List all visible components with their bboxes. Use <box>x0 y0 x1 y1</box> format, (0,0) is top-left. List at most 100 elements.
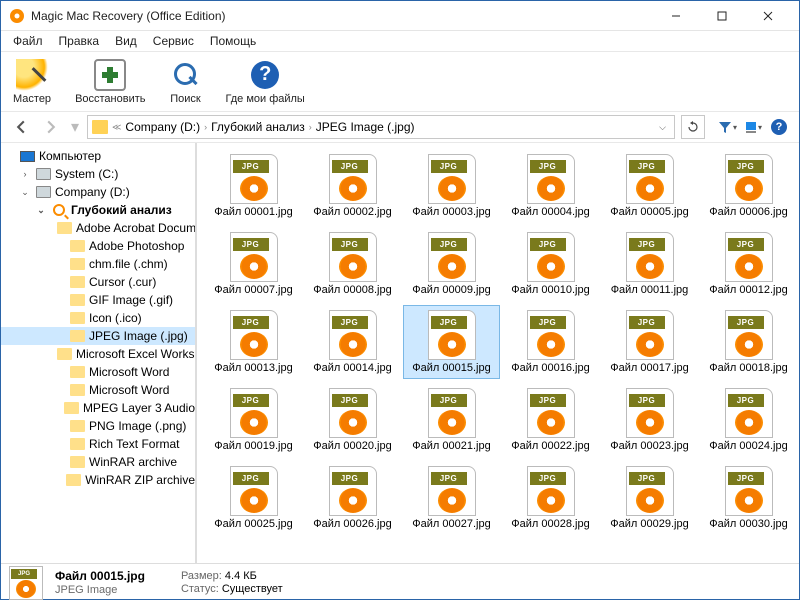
wand-icon <box>16 59 48 91</box>
tree-label: WinRAR ZIP archive <box>85 473 195 487</box>
file-item[interactable]: JPGФайл 00010.jpg <box>502 227 599 301</box>
file-item[interactable]: JPGФайл 00003.jpg <box>403 149 500 223</box>
jpg-badge: JPG <box>431 160 467 173</box>
file-item[interactable]: JPGФайл 00011.jpg <box>601 227 698 301</box>
address-bar: ▾ ≪ Company (D:) › Глубокий анализ › JPE… <box>1 111 799 143</box>
file-item[interactable]: JPGФайл 00016.jpg <box>502 305 599 379</box>
tree-folder-item[interactable]: Cursor (.cur) <box>1 273 195 291</box>
tree-folder-item[interactable]: Microsoft Word <box>1 381 195 399</box>
jpg-badge: JPG <box>332 160 368 173</box>
details-filename: Файл 00015.jpg <box>55 569 145 583</box>
tree-folder-item[interactable]: Microsoft Excel Worksheet <box>1 345 195 363</box>
file-item[interactable]: JPGФайл 00017.jpg <box>601 305 698 379</box>
file-item[interactable]: JPGФайл 00030.jpg <box>700 461 797 535</box>
file-item[interactable]: JPGФайл 00012.jpg <box>700 227 797 301</box>
file-thumbnail: JPG <box>428 388 476 438</box>
menu-view[interactable]: Вид <box>107 32 145 50</box>
jpg-badge: JPG <box>431 472 467 485</box>
tree-folder-item[interactable]: MPEG Layer 3 Audio <box>1 399 195 417</box>
tree-node-computer[interactable]: Компьютер <box>1 147 195 165</box>
close-button[interactable] <box>745 1 791 31</box>
filter-button[interactable]: ▾ <box>715 115 739 139</box>
file-thumbnail: JPG <box>725 154 773 204</box>
file-item[interactable]: JPGФайл 00005.jpg <box>601 149 698 223</box>
file-grid[interactable]: JPGФайл 00001.jpgJPGФайл 00002.jpgJPGФай… <box>197 143 799 563</box>
file-item[interactable]: JPG Файл 00028.jpg <box>502 461 599 535</box>
forward-button[interactable] <box>39 115 63 139</box>
file-item[interactable]: JPGФайл 00015.jpg <box>403 305 500 379</box>
tree-folder-item[interactable]: WinRAR archive <box>1 453 195 471</box>
jpg-badge: JPG <box>233 316 269 329</box>
menu-help[interactable]: Помощь <box>202 32 264 50</box>
maximize-button[interactable] <box>699 1 745 31</box>
file-item[interactable]: JPGФайл 00014.jpg <box>304 305 401 379</box>
where-files-button[interactable]: ? Где мои файлы <box>226 59 305 105</box>
file-thumbnail: JPG <box>527 466 575 516</box>
breadcrumb[interactable]: ≪ Company (D:) › Глубокий анализ › JPEG … <box>87 115 675 139</box>
window-controls <box>653 1 791 31</box>
folder-tree[interactable]: Компьютер ›System (C:) ⌄Company (D:) ⌄Гл… <box>1 143 197 563</box>
file-thumbnail: JPG <box>626 154 674 204</box>
file-item[interactable]: JPGФайл 00006.jpg <box>700 149 797 223</box>
tree-folder-item[interactable]: GIF Image (.gif) <box>1 291 195 309</box>
file-thumbnail: JPG <box>725 232 773 282</box>
folder-icon <box>66 474 81 486</box>
folder-icon <box>70 330 85 342</box>
file-item[interactable]: JPGФайл 00024.jpg <box>700 383 797 457</box>
file-item[interactable]: JPGФайл 00013.jpg <box>205 305 302 379</box>
file-item[interactable]: JPGФайл 00026.jpg <box>304 461 401 535</box>
minimize-button[interactable] <box>653 1 699 31</box>
path-dropdown[interactable]: ⌵ <box>655 122 670 133</box>
file-item[interactable]: JPGФайл 00007.jpg <box>205 227 302 301</box>
history-dropdown[interactable]: ▾ <box>69 115 81 139</box>
search-button[interactable]: Поиск <box>170 59 202 105</box>
refresh-button[interactable] <box>681 115 705 139</box>
menu-service[interactable]: Сервис <box>145 32 202 50</box>
file-item[interactable]: JPGФайл 00019.jpg <box>205 383 302 457</box>
wizard-button[interactable]: Мастер <box>13 59 51 105</box>
file-label: Файл 00022.jpg <box>511 440 589 452</box>
tree-folder-item[interactable]: chm.file (.chm) <box>1 255 195 273</box>
tree-folder-item[interactable]: PNG Image (.png) <box>1 417 195 435</box>
file-item[interactable]: JPGФайл 00027.jpg <box>403 461 500 535</box>
jpg-badge: JPG <box>728 472 764 485</box>
tree-folder-item[interactable]: Adobe Acrobat Document <box>1 219 195 237</box>
file-item[interactable]: JPGФайл 00022.jpg <box>502 383 599 457</box>
tree-node-company-d[interactable]: ⌄Company (D:) <box>1 183 195 201</box>
folder-icon <box>70 240 85 252</box>
path-seg-1[interactable]: Company (D:) <box>125 120 200 134</box>
file-item[interactable]: JPGФайл 00001.jpg <box>205 149 302 223</box>
menu-file[interactable]: Файл <box>5 32 51 50</box>
view-mode-button[interactable]: ▾ <box>741 115 765 139</box>
tree-label: GIF Image (.gif) <box>89 293 173 307</box>
file-item[interactable]: JPGФайл 00020.jpg <box>304 383 401 457</box>
file-item[interactable]: JPGФайл 00018.jpg <box>700 305 797 379</box>
file-label: Файл 00001.jpg <box>214 206 292 218</box>
recover-button[interactable]: Восстановить <box>75 59 145 105</box>
tree-folder-item[interactable]: Microsoft Word <box>1 363 195 381</box>
tree-node-deep-analysis[interactable]: ⌄Глубокий анализ <box>1 201 195 219</box>
file-item[interactable]: JPGФайл 00009.jpg <box>403 227 500 301</box>
wizard-label: Мастер <box>13 93 51 105</box>
path-seg-3[interactable]: JPEG Image (.jpg) <box>316 120 415 134</box>
file-thumbnail: JPG <box>428 154 476 204</box>
tree-folder-item[interactable]: JPEG Image (.jpg) <box>1 327 195 345</box>
file-item[interactable]: JPGФайл 00025.jpg <box>205 461 302 535</box>
tree-folder-item[interactable]: Icon (.ico) <box>1 309 195 327</box>
file-item[interactable]: JPGФайл 00002.jpg <box>304 149 401 223</box>
help-button[interactable]: ? <box>767 115 791 139</box>
back-button[interactable] <box>9 115 33 139</box>
file-item[interactable]: JPGФайл 00004.jpg <box>502 149 599 223</box>
path-seg-2[interactable]: Глубокий анализ <box>211 120 305 134</box>
file-item[interactable]: JPGФайл 00023.jpg <box>601 383 698 457</box>
tree-folder-item[interactable]: WinRAR ZIP archive <box>1 471 195 489</box>
menu-edit[interactable]: Правка <box>51 32 108 50</box>
file-item[interactable]: JPGФайл 00008.jpg <box>304 227 401 301</box>
file-label: Файл 00028.jpg <box>511 518 589 530</box>
file-item[interactable]: JPGФайл 00029.jpg <box>601 461 698 535</box>
file-thumbnail: JPG <box>230 232 278 282</box>
file-item[interactable]: JPGФайл 00021.jpg <box>403 383 500 457</box>
tree-folder-item[interactable]: Adobe Photoshop <box>1 237 195 255</box>
tree-node-system-c[interactable]: ›System (C:) <box>1 165 195 183</box>
tree-folder-item[interactable]: Rich Text Format <box>1 435 195 453</box>
